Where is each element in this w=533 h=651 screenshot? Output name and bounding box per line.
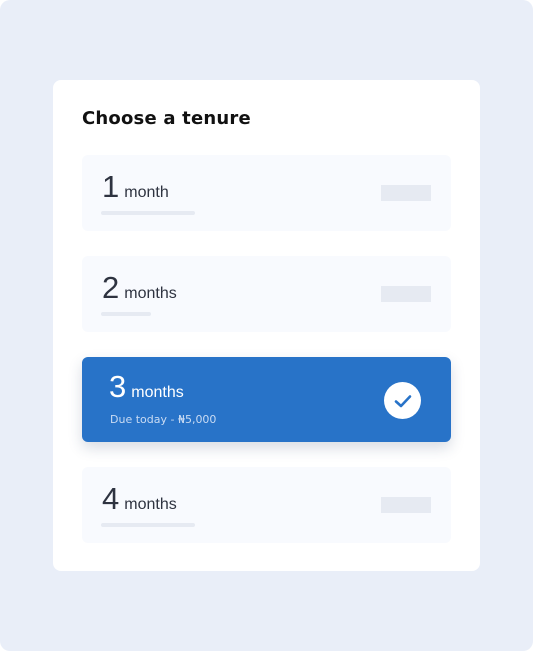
placeholder-line: [101, 312, 151, 316]
placeholder-line: [101, 523, 195, 527]
option-number: 1: [102, 169, 120, 204]
tenure-option-3-months-selected[interactable]: 3 months Due today - ₦5,000: [82, 357, 451, 442]
option-unit: months: [124, 496, 177, 513]
placeholder-line: [101, 211, 195, 215]
option-number: 2: [102, 270, 120, 305]
option-label: 3 months: [109, 369, 184, 405]
placeholder-price: [381, 497, 431, 513]
option-number: 4: [102, 481, 120, 516]
option-label: 2 months: [102, 270, 177, 306]
option-unit: months: [131, 384, 184, 401]
tenure-card: Choose a tenure 1 month 2 months 3 months D…: [53, 80, 480, 571]
tenure-option-2-months[interactable]: 2 months: [82, 256, 451, 332]
option-unit: month: [124, 184, 169, 201]
check-icon: [384, 382, 421, 419]
option-label: 4 months: [102, 481, 177, 517]
due-today-text: Due today - ₦5,000: [110, 413, 217, 426]
tenure-option-4-months[interactable]: 4 months: [82, 467, 451, 543]
option-number: 3: [109, 369, 127, 404]
page-title: Choose a tenure: [82, 108, 251, 129]
placeholder-price: [381, 185, 431, 201]
option-unit: months: [124, 285, 177, 302]
placeholder-price: [381, 286, 431, 302]
tenure-option-1-month[interactable]: 1 month: [82, 155, 451, 231]
option-label: 1 month: [102, 169, 169, 205]
